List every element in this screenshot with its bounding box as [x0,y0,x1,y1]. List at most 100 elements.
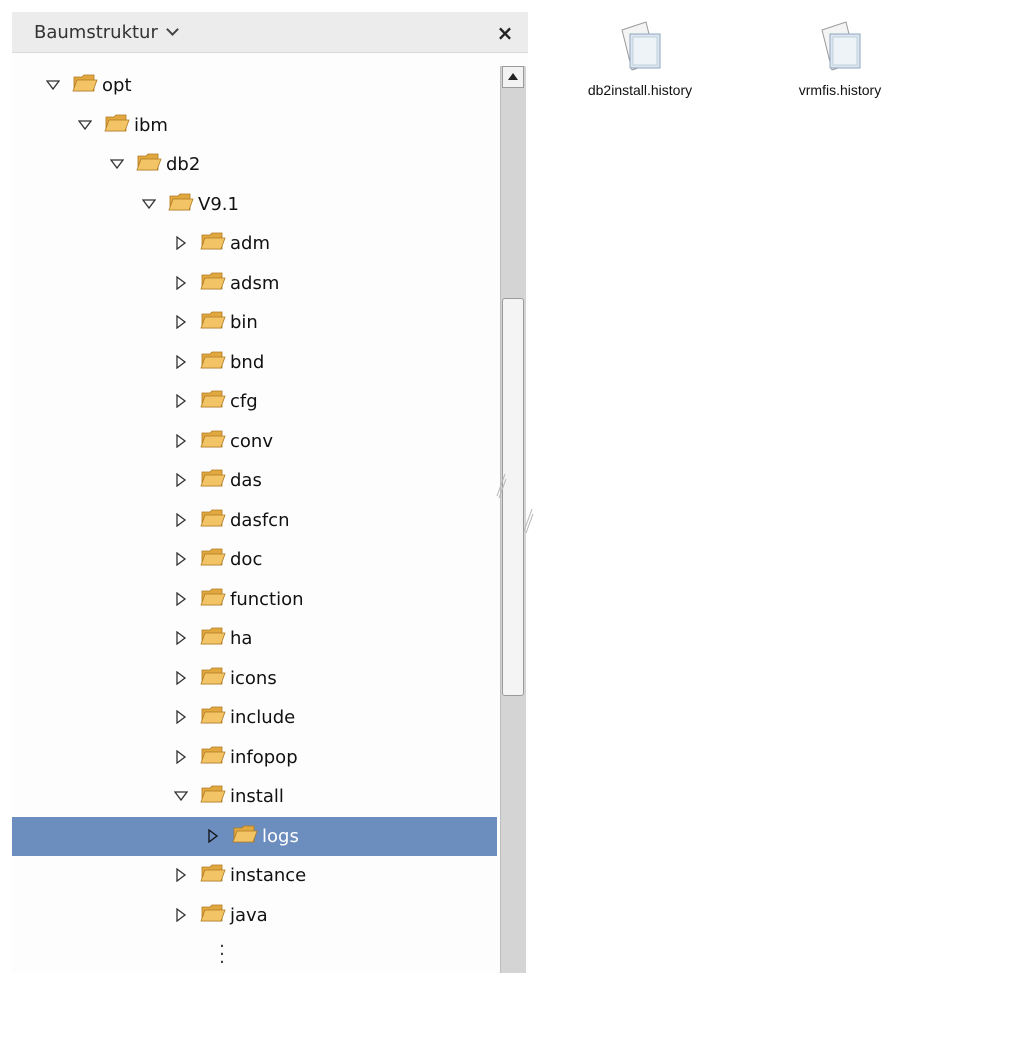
tree-item[interactable]: das [12,461,497,500]
collapsed-triangle-icon[interactable] [174,354,188,369]
folder-icon [200,467,226,489]
tree-item[interactable]: ha [12,619,497,658]
folder-icon [200,665,226,687]
tree-item[interactable]: include [12,698,497,737]
tree-item-label: include [230,707,296,728]
splitter-grip-icon[interactable] [522,505,534,535]
tree-item-label: bin [230,312,258,333]
tree-item-label: ibm [134,114,168,136]
folder-icon [200,546,226,568]
tree-item-label: instance [230,865,307,886]
file-item[interactable]: vrmfis.history [760,20,920,110]
tree-item[interactable]: java [12,896,497,935]
tree-item-label: logs [262,825,299,847]
tree-item[interactable]: icons [12,659,497,698]
expanded-triangle-icon[interactable] [110,157,124,171]
tree-item-label: function [230,588,304,610]
folder-icon [232,823,258,845]
collapsed-triangle-icon[interactable] [174,710,188,724]
collapsed-triangle-icon[interactable] [174,512,188,527]
collapsed-triangle-icon[interactable] [174,236,188,250]
collapsed-triangle-icon[interactable] [174,275,188,290]
expanded-triangle-icon[interactable] [174,789,188,803]
tree-item[interactable]: doc [12,540,497,579]
collapsed-triangle-icon[interactable] [174,552,188,566]
tree-item[interactable]: instance [12,856,497,895]
close-button[interactable]: × [494,22,516,44]
tree-item-label: dasfcn [230,509,290,531]
collapsed-triangle-icon[interactable] [174,868,188,882]
folder-icon [200,270,226,292]
collapsed-triangle-icon[interactable] [174,749,188,764]
resize-grip-icon [496,473,507,499]
collapsed-triangle-icon[interactable] [174,670,188,685]
folder-icon [200,309,226,331]
tree-item[interactable]: dasfcn [12,501,497,540]
expanded-triangle-icon[interactable] [78,118,92,132]
document-icon [816,20,864,72]
folder-icon [200,507,226,529]
collapsed-triangle-icon[interactable] [174,394,188,408]
tree-item[interactable]: bnd [12,343,497,382]
tree-item-label: infopop [230,746,298,768]
folder-icon [200,428,226,450]
tree-item[interactable]: logs [12,816,497,856]
tree-item[interactable]: infopop [12,738,497,777]
file-item[interactable]: db2install.history [560,20,720,110]
collapsed-triangle-icon[interactable] [174,433,188,448]
tree-item[interactable]: V9.1 [12,185,497,224]
folder-icon [104,112,130,134]
more-items-ellipsis-icon: · · · [219,936,225,973]
tree-item-label: conv [230,430,273,452]
tree-item-label: adsm [230,272,280,294]
tree-item-label: das [230,470,262,491]
file-label: db2install.history [587,82,693,98]
collapsed-triangle-icon[interactable] [174,591,188,606]
panel-header: Baumstruktur × [12,12,528,53]
panel-title: Baumstruktur [34,22,158,43]
scroll-up-button[interactable] [502,66,524,88]
tree-item[interactable]: function [12,580,497,619]
collapsed-triangle-icon[interactable] [206,828,220,843]
tree-item-label: ha [230,628,253,649]
tree-item-label: doc [230,549,263,570]
tree-item-label: cfg [230,391,258,412]
tree-item[interactable]: cfg [12,382,497,421]
tree-item-label: adm [230,233,270,254]
tree-item[interactable]: ibm [12,106,497,145]
document-icon [616,20,664,72]
expanded-triangle-icon[interactable] [46,78,60,92]
collapsed-triangle-icon[interactable] [174,473,188,487]
folder-icon [200,862,226,884]
file-label: vrmfis.history [798,82,882,98]
folder-icon [200,783,226,805]
collapsed-triangle-icon[interactable] [174,907,188,922]
folder-icon [72,72,98,94]
tree-item-label: opt [102,75,132,96]
tree-item[interactable]: adm [12,224,497,263]
arrow-up-icon [508,73,518,80]
folder-icon [200,704,226,726]
file-pane: db2install.history vrmfis.history [523,0,1009,973]
folder-icon [200,230,226,252]
tree-view: opt ibm db2 V9.1 adm adsm bin bnd cfg conv das dasf… [12,66,497,973]
tree-item[interactable]: db2 [12,145,497,184]
folder-icon [200,625,226,647]
panel-title-dropdown[interactable]: Baumstruktur [34,22,179,43]
tree-item-label: install [230,786,284,807]
collapsed-triangle-icon[interactable] [174,631,188,645]
folder-icon [200,744,226,766]
folder-icon [136,151,162,173]
tree-item-label: db2 [166,154,201,175]
tree-item[interactable]: conv [12,422,497,461]
expanded-triangle-icon[interactable] [142,197,156,211]
collapsed-triangle-icon[interactable] [174,315,188,329]
tree-item[interactable]: bin [12,303,497,342]
tree-panel: Baumstruktur × opt ibm db2 V9.1 adm adsm bin bn… [12,12,528,973]
tree-item-label: bnd [230,351,265,373]
tree-item[interactable]: adsm [12,264,497,303]
chevron-down-icon [165,23,179,36]
tree-item[interactable]: opt [12,66,497,105]
tree-item[interactable]: install [12,777,497,816]
tree-item-label: V9.1 [198,193,239,215]
